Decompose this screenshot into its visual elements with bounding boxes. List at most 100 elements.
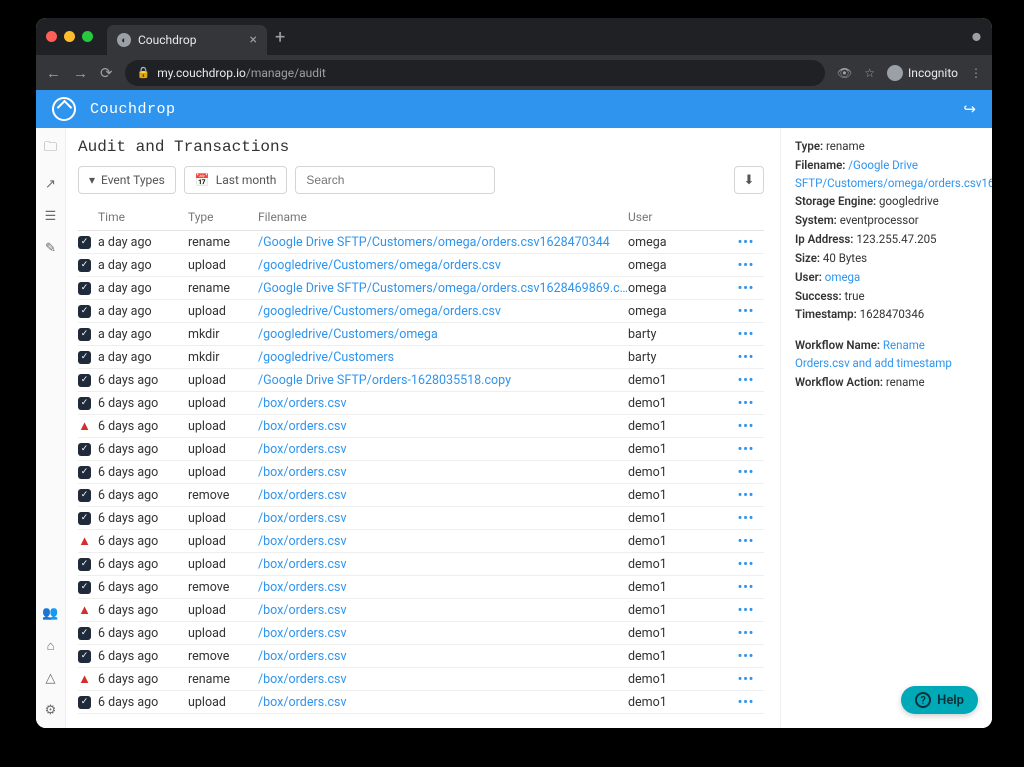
row-filename-link[interactable]: /box/orders.csv (258, 442, 628, 457)
table-row[interactable]: ✓6 days agoupload/box/orders.csvdemo1••• (78, 553, 764, 576)
row-actions-menu[interactable]: ••• (728, 534, 764, 549)
table-row[interactable]: ✓a day agomkdir/googledrive/Customersbar… (78, 346, 764, 369)
hide-eye-icon[interactable]: 👁 (837, 66, 852, 80)
table-row[interactable]: ✓6 days agoremove/box/orders.csvdemo1••• (78, 645, 764, 668)
close-tab-icon[interactable]: × (250, 32, 257, 48)
table-row[interactable]: ✓6 days agoupload/box/orders.csvdemo1••• (78, 691, 764, 714)
table-row[interactable]: ✓6 days agoremove/box/orders.csvdemo1••• (78, 576, 764, 599)
table-row[interactable]: ✓6 days agoupload/Google Drive SFTP/orde… (78, 369, 764, 392)
row-filename-link[interactable]: /box/orders.csv (258, 672, 628, 687)
brand-name[interactable]: Couchdrop (90, 101, 176, 118)
table-row[interactable]: ✓a day agorename/Google Drive SFTP/Custo… (78, 231, 764, 254)
detail-wfaction-label: Workflow Action: (795, 375, 883, 389)
row-actions-menu[interactable]: ••• (728, 304, 764, 319)
row-filename-link[interactable]: /googledrive/Customers (258, 350, 628, 365)
table-row[interactable]: ✓a day agoupload/googledrive/Customers/o… (78, 300, 764, 323)
row-filename-link[interactable]: /box/orders.csv (258, 511, 628, 526)
nav-edit-icon[interactable]: ✎ (45, 241, 56, 256)
row-actions-menu[interactable]: ••• (728, 373, 764, 388)
nav-share-icon[interactable]: ↗ (45, 177, 56, 192)
row-actions-menu[interactable]: ••• (728, 327, 764, 342)
search-input[interactable] (295, 166, 495, 194)
row-actions-menu[interactable]: ••• (728, 281, 764, 296)
detail-user-link[interactable]: omega (825, 270, 860, 284)
nav-settings-icon[interactable]: ⚙ (45, 703, 57, 718)
row-actions-menu[interactable]: ••• (728, 258, 764, 273)
table-row[interactable]: ✓6 days agoupload/box/orders.csvdemo1••• (78, 438, 764, 461)
row-filename-link[interactable]: /box/orders.csv (258, 396, 628, 411)
row-filename-link[interactable]: /box/orders.csv (258, 534, 628, 549)
row-actions-menu[interactable]: ••• (728, 350, 764, 365)
row-type: upload (188, 695, 258, 710)
nav-alerts-icon[interactable]: △ (46, 671, 56, 686)
browser-menu-icon[interactable]: ⋮ (970, 66, 982, 80)
nav-list-icon[interactable]: ☰ (45, 209, 57, 224)
back-button[interactable]: ← (46, 64, 61, 82)
table-row[interactable]: ✓6 days agoupload/box/orders.csvdemo1••• (78, 392, 764, 415)
row-actions-menu[interactable]: ••• (728, 465, 764, 480)
row-filename-link[interactable]: /Google Drive SFTP/Customers/omega/order… (258, 235, 628, 250)
reload-button[interactable]: ⟳ (100, 64, 113, 82)
row-filename-link[interactable]: /box/orders.csv (258, 695, 628, 710)
logout-icon[interactable]: ↪ (963, 100, 976, 118)
row-actions-menu[interactable]: ••• (728, 672, 764, 687)
row-filename-link[interactable]: /box/orders.csv (258, 419, 628, 434)
row-type: upload (188, 534, 258, 549)
row-actions-menu[interactable]: ••• (728, 649, 764, 664)
row-actions-menu[interactable]: ••• (728, 603, 764, 618)
table-row[interactable]: ✓6 days agoupload/box/orders.csvdemo1••• (78, 622, 764, 645)
table-row[interactable]: ✓a day agomkdir/googledrive/Customers/om… (78, 323, 764, 346)
row-filename-link[interactable]: /box/orders.csv (258, 557, 628, 572)
table-row[interactable]: ✓6 days agoremove/box/orders.csvdemo1••• (78, 484, 764, 507)
table-row[interactable]: ▲6 days agoupload/box/orders.csvdemo1••• (78, 530, 764, 553)
browser-tab[interactable]: ◐ Couchdrop × (107, 25, 267, 55)
help-button[interactable]: ? Help (901, 686, 978, 714)
new-tab-button[interactable]: + (275, 27, 285, 48)
nav-files-icon[interactable]: 🗀 (44, 138, 57, 160)
row-filename-link[interactable]: /box/orders.csv (258, 626, 628, 641)
row-filename-link[interactable]: /Google Drive SFTP/Customers/omega/order… (258, 281, 628, 296)
main-body: 🗀 ↗ ☰ ✎ 👥 ⌂ △ ⚙ Audit and Transactions ▾… (36, 128, 992, 728)
row-actions-menu[interactable]: ••• (728, 626, 764, 641)
table-row[interactable]: ✓6 days agoupload/box/orders.csvdemo1••• (78, 461, 764, 484)
row-filename-link[interactable]: /googledrive/Customers/omega (258, 327, 628, 342)
event-types-filter[interactable]: ▾ Event Types (78, 166, 176, 194)
row-filename-link[interactable]: /box/orders.csv (258, 649, 628, 664)
row-actions-menu[interactable]: ••• (728, 442, 764, 457)
row-actions-menu[interactable]: ••• (728, 695, 764, 710)
row-actions-menu[interactable]: ••• (728, 235, 764, 250)
row-filename-link[interactable]: /box/orders.csv (258, 465, 628, 480)
table-row[interactable]: ▲6 days agoupload/box/orders.csvdemo1••• (78, 599, 764, 622)
minimize-window-button[interactable] (64, 31, 75, 42)
row-actions-menu[interactable]: ••• (728, 580, 764, 595)
row-actions-menu[interactable]: ••• (728, 419, 764, 434)
nav-users-icon[interactable]: 👥 (42, 606, 58, 621)
row-filename-link[interactable]: /Google Drive SFTP/orders-1628035518.cop… (258, 373, 628, 388)
row-type: remove (188, 488, 258, 503)
bookmark-star-icon[interactable]: ☆ (864, 66, 875, 80)
nav-storage-icon[interactable]: ⌂ (47, 638, 55, 654)
table-row[interactable]: ▲6 days agoupload/box/orders.csvdemo1••• (78, 415, 764, 438)
table-row[interactable]: ▲6 days agorename/box/orders.csvdemo1••• (78, 668, 764, 691)
row-filename-link[interactable]: /box/orders.csv (258, 580, 628, 595)
close-window-button[interactable] (46, 31, 57, 42)
row-actions-menu[interactable]: ••• (728, 396, 764, 411)
address-input[interactable]: 🔒 my.couchdrop.io/manage/audit (125, 60, 825, 86)
row-filename-link[interactable]: /box/orders.csv (258, 603, 628, 618)
table-row[interactable]: ✓a day agoupload/googledrive/Customers/o… (78, 254, 764, 277)
detail-success-value: true (844, 289, 864, 303)
row-filename-link[interactable]: /googledrive/Customers/omega/orders.csv (258, 304, 628, 319)
forward-button[interactable]: → (73, 64, 88, 82)
row-actions-menu[interactable]: ••• (728, 557, 764, 572)
date-range-filter[interactable]: 📅 Last month (184, 166, 288, 194)
row-actions-menu[interactable]: ••• (728, 488, 764, 503)
row-type: mkdir (188, 350, 258, 365)
row-filename-link[interactable]: /box/orders.csv (258, 488, 628, 503)
chrome-menu-icon[interactable]: ⬤ (972, 32, 982, 41)
row-filename-link[interactable]: /googledrive/Customers/omega/orders.csv (258, 258, 628, 273)
row-actions-menu[interactable]: ••• (728, 511, 764, 526)
table-row[interactable]: ✓a day agorename/Google Drive SFTP/Custo… (78, 277, 764, 300)
download-button[interactable]: ⬇ (734, 166, 764, 194)
maximize-window-button[interactable] (82, 31, 93, 42)
table-row[interactable]: ✓6 days agoupload/box/orders.csvdemo1••• (78, 507, 764, 530)
